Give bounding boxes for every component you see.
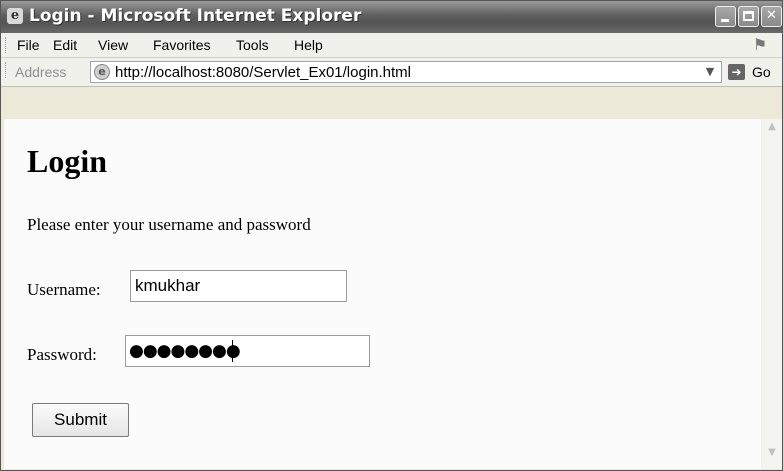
page-title: Login bbox=[27, 143, 108, 179]
go-arrow-icon[interactable]: ➜ bbox=[728, 64, 745, 80]
address-label: Address bbox=[15, 64, 67, 80]
minimize-icon bbox=[721, 19, 729, 22]
page-icon: e bbox=[94, 64, 110, 80]
menu-favorites[interactable]: Favorites bbox=[153, 37, 211, 53]
menu-edit[interactable]: Edit bbox=[53, 37, 77, 53]
chevron-down-icon[interactable]: ▼ bbox=[699, 62, 721, 82]
username-input[interactable] bbox=[130, 270, 347, 302]
username-label: Username: bbox=[27, 280, 101, 299]
menu-file[interactable]: File bbox=[17, 37, 40, 53]
instructions-text: Please enter your username and password bbox=[27, 215, 311, 234]
address-url[interactable]: http://localhost:8080/Servlet_Ex01/login… bbox=[115, 64, 411, 81]
menu-bar: File Edit View Favorites Tools Help ⚑ bbox=[1, 33, 782, 58]
go-button[interactable]: Go bbox=[752, 64, 771, 80]
ie-icon: e bbox=[7, 8, 23, 24]
title-bar[interactable]: e Login - Microsoft Internet Explorer ✕ bbox=[1, 1, 782, 33]
browser-window: e Login - Microsoft Internet Explorer ✕ … bbox=[0, 0, 783, 471]
page-content: Login Please enter your username and pas… bbox=[4, 119, 761, 469]
submit-button[interactable]: Submit bbox=[32, 403, 129, 437]
window-title: Login - Microsoft Internet Explorer bbox=[29, 6, 362, 26]
password-label: Password: bbox=[27, 345, 97, 364]
vertical-scrollbar[interactable]: ▲ ▼ bbox=[761, 119, 782, 469]
scroll-up-icon[interactable]: ▲ bbox=[764, 121, 780, 139]
toolbar-grip[interactable] bbox=[5, 62, 9, 78]
windows-flag-icon: ⚑ bbox=[752, 35, 768, 54]
close-button[interactable]: ✕ bbox=[761, 6, 782, 27]
scroll-down-icon[interactable]: ▼ bbox=[764, 447, 780, 465]
menu-tools[interactable]: Tools bbox=[236, 37, 269, 53]
password-input[interactable] bbox=[125, 335, 370, 367]
text-caret bbox=[232, 340, 233, 362]
address-bar: Address e http://localhost:8080/Servlet_… bbox=[1, 58, 782, 87]
maximize-button[interactable] bbox=[738, 6, 759, 27]
maximize-icon bbox=[743, 11, 754, 21]
menu-help[interactable]: Help bbox=[294, 37, 323, 53]
close-icon: ✕ bbox=[766, 8, 777, 23]
minimize-button[interactable] bbox=[715, 6, 736, 27]
menu-view[interactable]: View bbox=[98, 37, 128, 53]
address-field[interactable]: e http://localhost:8080/Servlet_Ex01/log… bbox=[90, 61, 722, 83]
toolbar-grip[interactable] bbox=[5, 37, 9, 53]
